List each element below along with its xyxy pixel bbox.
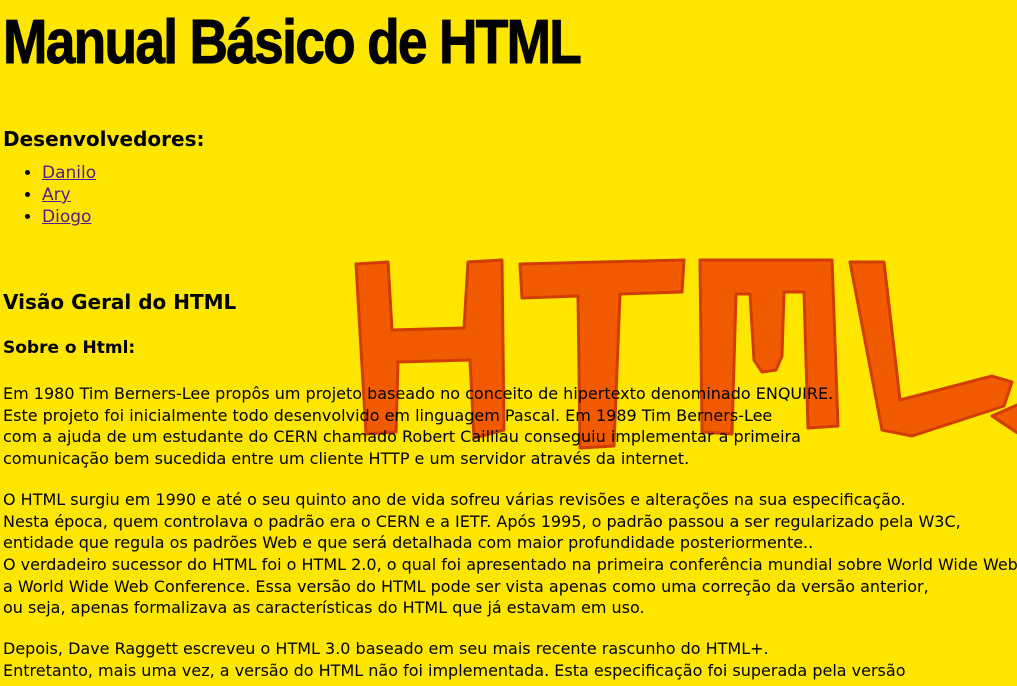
paragraph-line: Em 1980 Tim Berners-Lee propôs um projet… — [3, 384, 834, 403]
developer-link-ary[interactable]: Ary — [42, 185, 71, 205]
about-heading: Sobre o Html: — [3, 338, 136, 358]
list-item: Ary — [42, 184, 1017, 206]
paragraph-line: comunicação bem sucedida entre um client… — [3, 449, 690, 469]
paragraph-line: O verdadeiro sucessor do HTML foi o HTML… — [3, 554, 1017, 574]
paragraph-line: Nesta época, quem controlava o padrão er… — [3, 511, 961, 531]
list-item: Diogo — [42, 206, 1017, 228]
paragraph-line: ou seja, apenas formalizava as caracterí… — [3, 598, 645, 618]
list-item: Danilo — [42, 162, 1017, 184]
paragraph-evolution: O HTML surgiu em 1990 e até o seu quinto… — [3, 489, 1017, 619]
paragraph-line: com a ajuda de um estudante do CERN cham… — [3, 427, 801, 447]
developer-link-diogo[interactable]: Diogo — [42, 207, 91, 227]
page-content: Manual Básico de HTML Desenvolvedores: D… — [0, 0, 1017, 681]
paragraph-line: O HTML surgiu em 1990 e até o seu quinto… — [3, 489, 906, 509]
paragraph-line: a World Wide Web Conference. Essa versão… — [3, 576, 929, 596]
paragraph-html3: Depois, Dave Raggett escreveu o HTML 3.0… — [3, 638, 1017, 681]
developers-heading: Desenvolvedores: — [3, 127, 205, 151]
paragraph-line: entidade que regula os padrões Web e que… — [3, 533, 814, 553]
paragraph-line: Depois, Dave Raggett escreveu o HTML 3.0… — [3, 639, 769, 659]
overview-heading: Visão Geral do HTML — [3, 290, 237, 314]
developers-list: Danilo Ary Diogo — [3, 162, 1017, 228]
paragraph-line: Este projeto foi inicialmente todo desen… — [3, 405, 773, 425]
paragraph-history: Em 1980 Tim Berners-Lee propôs um projet… — [3, 383, 1017, 470]
developer-link-danilo[interactable]: Danilo — [42, 163, 96, 183]
page-title: Manual Básico de HTML — [3, 8, 583, 77]
paragraph-line: Entretanto, mais uma vez, a versão do HT… — [3, 660, 906, 680]
